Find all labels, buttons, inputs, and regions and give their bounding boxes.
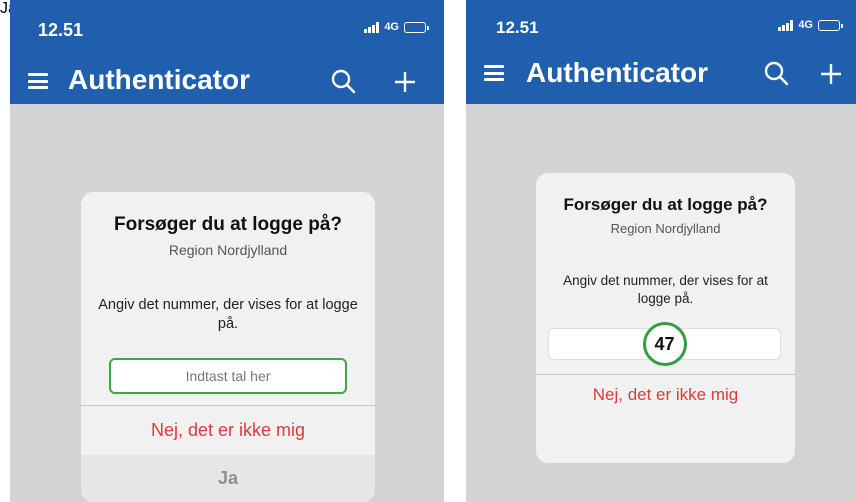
app-title: Authenticator <box>526 57 708 88</box>
screen-after: 12.51 4G Authenticator Forsøger du at lo… <box>466 0 856 502</box>
approve-button[interactable]: Ja <box>81 455 375 502</box>
network-type: 4G <box>384 21 399 33</box>
search-icon[interactable] <box>330 68 356 94</box>
status-time: 12.51 <box>496 18 539 37</box>
status-indicators: 4G <box>364 21 429 33</box>
sign-in-request-dialog: Forsøger du at logge på? Region Nordjyll… <box>536 173 795 463</box>
dialog-title: Forsøger du at logge på? <box>113 214 342 235</box>
search-icon[interactable] <box>763 60 789 86</box>
plus-icon[interactable] <box>393 70 417 94</box>
screen-before: 12.51 4G Authenticator Forsøger du at lo… <box>10 0 444 502</box>
network-type: 4G <box>798 19 813 31</box>
number-input[interactable]: Indtast tal her <box>109 358 347 394</box>
dialog-message: Angiv det nummer, der vises for at logge… <box>563 273 768 306</box>
sign-in-request-dialog: Forsøger du at logge på? Region Nordjyll… <box>81 192 375 502</box>
status-indicators: 4G <box>778 19 843 31</box>
plus-icon[interactable] <box>819 62 843 86</box>
battery-icon <box>818 19 843 31</box>
status-time: 12.51 <box>38 20 84 40</box>
app-bar: 12.51 4G Authenticator <box>466 0 856 104</box>
entered-number: 47 <box>642 322 687 366</box>
dialog-organization: Region Nordjylland <box>168 242 288 258</box>
number-input[interactable]: 47 <box>548 322 781 366</box>
dialog-title: Forsøger du at logge på? <box>563 195 768 214</box>
deny-button[interactable]: Nej, det er ikke mig <box>536 375 795 415</box>
battery-icon <box>404 21 429 33</box>
menu-icon[interactable] <box>28 73 48 89</box>
app-bar: 12.51 4G Authenticator <box>10 0 444 104</box>
menu-icon[interactable] <box>484 65 504 81</box>
dialog-organization: Region Nordjylland <box>610 221 721 236</box>
deny-button[interactable]: Nej, det er ikke mig <box>81 405 375 455</box>
signal-icon <box>364 21 380 33</box>
signal-icon <box>778 19 794 31</box>
dialog-message: Angiv det nummer, der vises for at logge… <box>98 297 358 332</box>
app-title: Authenticator <box>68 64 250 95</box>
